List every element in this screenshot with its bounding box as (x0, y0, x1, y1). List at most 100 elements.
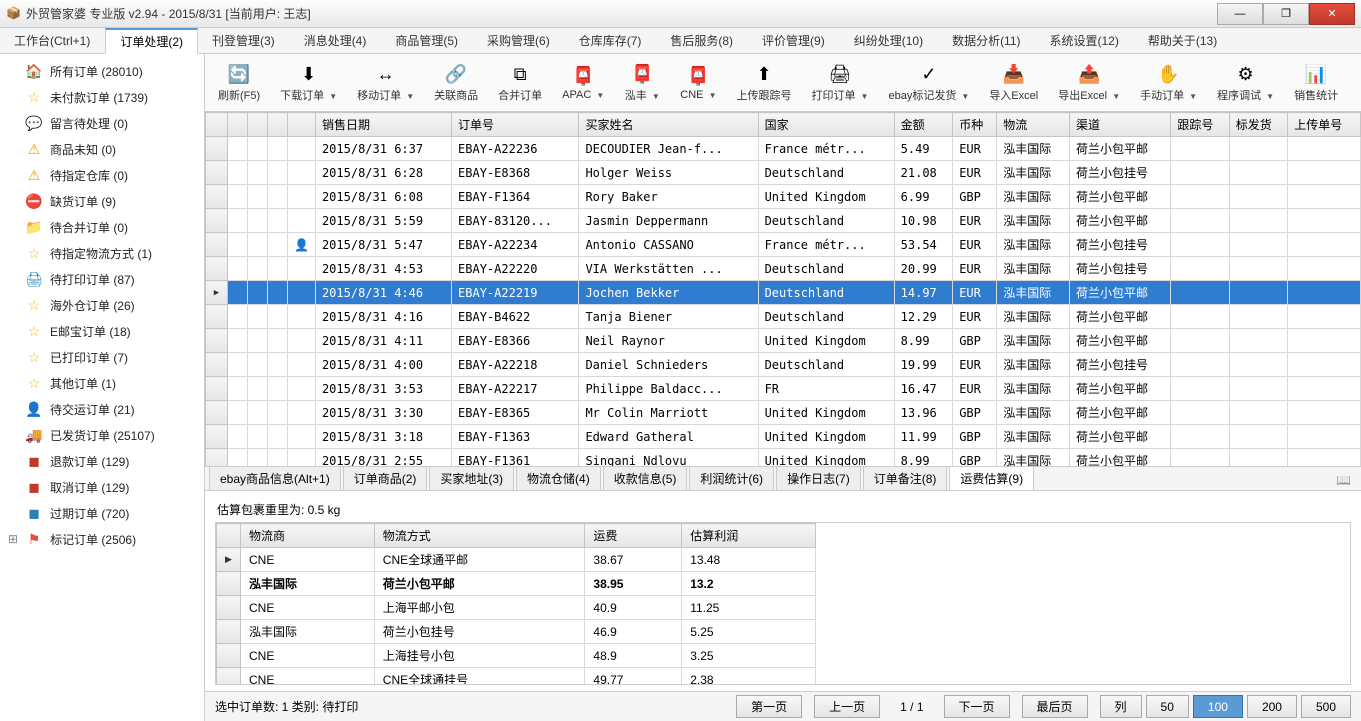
detail-tab-2[interactable]: 买家地址(3) (429, 466, 514, 490)
sidebar-item-8[interactable]: 🖨待打印订单 (87) (0, 266, 204, 292)
detail-header-0[interactable]: 物流商 (241, 524, 375, 548)
table-row[interactable]: 2015/8/31 3:18EBAY-F1363Edward GatheralU… (206, 425, 1361, 449)
table-row[interactable]: 2015/8/31 3:53EBAY-A22217Philippe Baldac… (206, 377, 1361, 401)
detail-tab-0[interactable]: ebay商品信息(Alt+1) (209, 466, 341, 490)
sidebar-item-15[interactable]: ◼退款订单 (129) (0, 448, 204, 474)
sidebar-item-14[interactable]: 🚚已发货订单 (25107) (0, 422, 204, 448)
toolbar-泓丰[interactable]: 📮泓丰 ▼ (617, 57, 667, 109)
grid-header-12[interactable]: 渠道 (1070, 113, 1171, 137)
toolbar-上传跟踪号[interactable]: ⬆上传跟踪号 (729, 57, 798, 109)
close-button[interactable]: ✕ (1309, 3, 1355, 25)
sidebar-item-1[interactable]: ☆未付款订单 (1739) (0, 84, 204, 110)
toolbar-关联商品[interactable]: 🔗关联商品 (427, 57, 485, 109)
main-tab-5[interactable]: 采购管理(6) (473, 28, 565, 53)
detail-tab-6[interactable]: 操作日志(7) (776, 466, 861, 490)
grid-header-0[interactable] (206, 113, 228, 137)
detail-row[interactable]: CNECNE全球通平邮38.6713.48 (217, 548, 816, 572)
grid-header-14[interactable]: 标发货 (1229, 113, 1287, 137)
expand-icon[interactable]: ⊞ (8, 532, 18, 546)
grid-header-4[interactable] (288, 113, 316, 137)
main-tab-6[interactable]: 仓库库存(7) (565, 28, 657, 53)
table-row[interactable]: 2015/8/31 3:30EBAY-E8365Mr Colin Marriot… (206, 401, 1361, 425)
book-icon[interactable]: 📖 (1330, 470, 1357, 490)
grid-header-10[interactable]: 币种 (953, 113, 997, 137)
sidebar-item-7[interactable]: ☆待指定物流方式 (1) (0, 240, 204, 266)
detail-grid-wrap[interactable]: 物流商物流方式运费估算利润CNECNE全球通平邮38.6713.48泓丰国际荷兰… (215, 522, 1351, 685)
grid-header-2[interactable] (248, 113, 268, 137)
prev-page-button[interactable]: 上一页 (814, 695, 880, 718)
table-row[interactable]: 2015/8/31 5:59EBAY-83120...Jasmin Depper… (206, 209, 1361, 233)
toolbar-移动订单[interactable]: ↔移动订单 ▼ (350, 57, 421, 109)
toolbar-导出Excel[interactable]: 📤导出Excel ▼ (1051, 57, 1127, 109)
main-tab-12[interactable]: 帮助关于(13) (1134, 28, 1232, 53)
list-label[interactable]: 列 (1100, 695, 1142, 718)
maximize-button[interactable]: ❐ (1263, 3, 1309, 25)
table-row[interactable]: 2015/8/31 4:53EBAY-A22220VIA Werkstätten… (206, 257, 1361, 281)
sidebar-item-2[interactable]: 💬留言待处理 (0) (0, 110, 204, 136)
grid-header-11[interactable]: 物流 (997, 113, 1070, 137)
sidebar-item-18[interactable]: ⊞⚑标记订单 (2506) (0, 526, 204, 552)
detail-row[interactable]: CNE上海挂号小包48.93.25 (217, 644, 816, 668)
toolbar-ebay标记发货[interactable]: ✓ebay标记发货 ▼ (881, 57, 976, 109)
pagesize-200[interactable]: 200 (1247, 695, 1297, 718)
detail-tab-5[interactable]: 利润统计(6) (689, 466, 774, 490)
detail-row[interactable]: 泓丰国际荷兰小包平邮38.9513.2 (217, 572, 816, 596)
detail-row[interactable]: CNECNE全球通挂号49.772.38 (217, 668, 816, 686)
toolbar-销售统计[interactable]: 📊销售统计 (1287, 57, 1345, 109)
detail-header-2[interactable]: 运费 (585, 524, 682, 548)
sidebar-item-16[interactable]: ◼取消订单 (129) (0, 474, 204, 500)
sidebar-item-13[interactable]: 👤待交运订单 (21) (0, 396, 204, 422)
detail-header-1[interactable]: 物流方式 (374, 524, 585, 548)
toolbar-APAC[interactable]: 📮APAC ▼ (555, 57, 611, 109)
sidebar-item-6[interactable]: 📁待合并订单 (0) (0, 214, 204, 240)
toolbar-导入Excel[interactable]: 📥导入Excel (982, 57, 1045, 109)
sidebar-item-3[interactable]: ⚠商品未知 (0) (0, 136, 204, 162)
orders-grid-wrap[interactable]: 销售日期订单号买家姓名国家金额币种物流渠道跟踪号标发货上传单号2015/8/31… (205, 112, 1361, 467)
pagesize-500[interactable]: 500 (1301, 695, 1351, 718)
main-tab-1[interactable]: 订单处理(2) (105, 28, 198, 54)
table-row[interactable]: 2015/8/31 4:46EBAY-A22219Jochen BekkerDe… (206, 281, 1361, 305)
table-row[interactable]: 2015/8/31 4:16EBAY-B4622Tanja BienerDeut… (206, 305, 1361, 329)
sidebar-item-11[interactable]: ☆已打印订单 (7) (0, 344, 204, 370)
sidebar-item-5[interactable]: ⛔缺货订单 (9) (0, 188, 204, 214)
sidebar-item-4[interactable]: ⚠待指定仓库 (0) (0, 162, 204, 188)
last-page-button[interactable]: 最后页 (1022, 695, 1088, 718)
sidebar-item-0[interactable]: 🏠所有订单 (28010) (0, 58, 204, 84)
table-row[interactable]: 2015/8/31 6:08EBAY-F1364Rory BakerUnited… (206, 185, 1361, 209)
detail-tab-3[interactable]: 物流仓储(4) (516, 466, 601, 490)
table-row[interactable]: 2015/8/31 6:28EBAY-E8368Holger WeissDeut… (206, 161, 1361, 185)
detail-tab-8[interactable]: 运费估算(9) (949, 466, 1034, 490)
grid-header-7[interactable]: 买家姓名 (579, 113, 758, 137)
toolbar-手动订单[interactable]: ✋手动订单 ▼ (1133, 57, 1204, 109)
toolbar-打印订单[interactable]: 🖨打印订单 ▼ (804, 57, 875, 109)
grid-header-8[interactable]: 国家 (758, 113, 894, 137)
detail-tab-4[interactable]: 收款信息(5) (603, 466, 688, 490)
grid-header-5[interactable]: 销售日期 (315, 113, 451, 137)
grid-header-1[interactable] (228, 113, 248, 137)
grid-header-15[interactable]: 上传单号 (1288, 113, 1361, 137)
minimize-button[interactable]: — (1217, 3, 1263, 25)
detail-row[interactable]: CNE上海平邮小包40.911.25 (217, 596, 816, 620)
sidebar-item-12[interactable]: ☆其他订单 (1) (0, 370, 204, 396)
toolbar-程序调试[interactable]: ⚙程序调试 ▼ (1210, 57, 1281, 109)
main-tab-4[interactable]: 商品管理(5) (381, 28, 473, 53)
grid-header-9[interactable]: 金额 (894, 113, 953, 137)
toolbar-合并订单[interactable]: ⧉合并订单 (491, 57, 549, 109)
detail-tab-1[interactable]: 订单商品(2) (343, 466, 428, 490)
main-tab-9[interactable]: 纠纷处理(10) (840, 28, 938, 53)
main-tab-11[interactable]: 系统设置(12) (1036, 28, 1134, 53)
toolbar-刷新(F5)[interactable]: 🔄刷新(F5) (211, 57, 267, 109)
grid-header-3[interactable] (268, 113, 288, 137)
table-row[interactable]: 2015/8/31 2:55EBAY-F1361Singani NdlovuUn… (206, 449, 1361, 468)
main-tab-3[interactable]: 消息处理(4) (290, 28, 382, 53)
table-row[interactable]: 👤2015/8/31 5:47EBAY-A22234Antonio CASSAN… (206, 233, 1361, 257)
sidebar-item-10[interactable]: ☆E邮宝订单 (18) (0, 318, 204, 344)
detail-row[interactable]: 泓丰国际荷兰小包挂号46.95.25 (217, 620, 816, 644)
detail-tab-7[interactable]: 订单备注(8) (863, 466, 948, 490)
table-row[interactable]: 2015/8/31 4:11EBAY-E8366Neil RaynorUnite… (206, 329, 1361, 353)
grid-header-6[interactable]: 订单号 (452, 113, 579, 137)
main-tab-2[interactable]: 刊登管理(3) (198, 28, 290, 53)
main-tab-0[interactable]: 工作台(Ctrl+1) (0, 28, 105, 53)
next-page-button[interactable]: 下一页 (944, 695, 1010, 718)
sidebar-item-17[interactable]: ◼过期订单 (720) (0, 500, 204, 526)
